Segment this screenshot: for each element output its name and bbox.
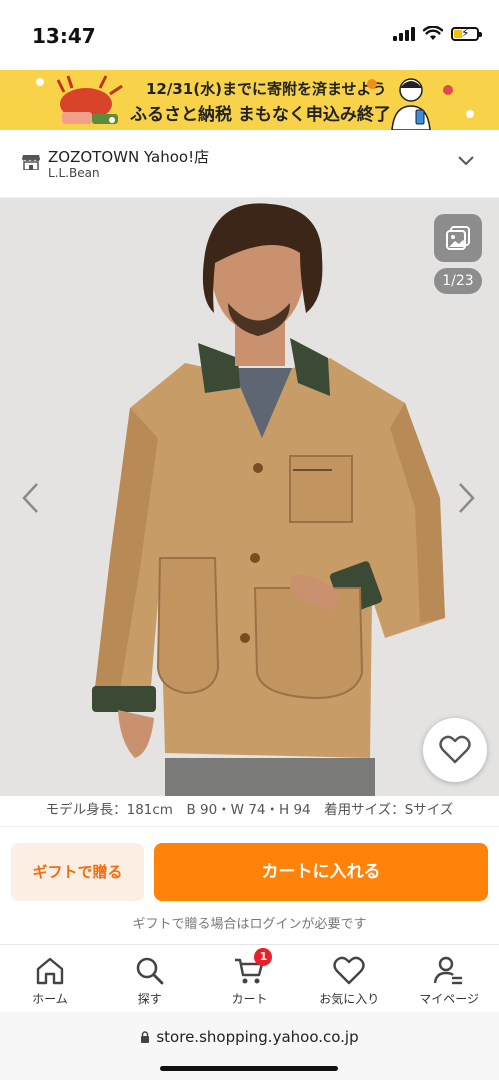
store-brand[interactable]: L.L.Bean [48,166,100,180]
crab-icon [56,75,123,124]
favorite-button[interactable] [423,718,487,782]
heart-icon [333,956,365,985]
tab-mypage[interactable]: マイページ [399,945,499,1012]
banner-line1: 12/31(水)までに寄附を済ませよう [146,80,387,98]
model-info: モデル身長：181cm B 90・W 74・H 94 着用サイズ：Sサイズ [0,796,499,826]
url-field[interactable]: store.shopping.yahoo.co.jp [0,1028,499,1046]
home-indicator [160,1066,338,1071]
gift-login-note: ギフトで贈る場合はログインが必要です [132,917,367,932]
image-gallery-icon [446,226,470,250]
chevron-right-icon[interactable] [455,480,479,516]
product-photo [0,198,499,796]
tab-home[interactable]: ホーム [0,945,100,1012]
chevron-down-icon[interactable] [457,154,475,168]
store-header[interactable]: ZOZOTOWN Yahoo!店 L.L.Bean [0,130,499,198]
product-image-carousel[interactable]: 1/23 [0,198,499,796]
tab-home-label: ホーム [32,992,68,1006]
chevron-left-icon[interactable] [18,480,42,516]
gift-button[interactable]: ギフトで贈る [11,843,144,901]
tab-search[interactable]: 探す [100,945,200,1012]
image-gallery-button[interactable] [434,214,482,262]
tab-cart[interactable]: 1 カート [200,945,300,1012]
heart-icon [439,735,471,764]
store-name[interactable]: ZOZOTOWN Yahoo!店 [48,146,209,167]
tab-favorites[interactable]: お気に入り [299,945,399,1012]
wifi-icon [423,26,443,40]
url-text: store.shopping.yahoo.co.jp [156,1028,359,1046]
address-bar: store.shopping.yahoo.co.jp [0,1012,499,1080]
person-with-phone-icon [391,78,431,130]
store-icon [22,155,40,170]
lock-icon [141,1031,150,1043]
home-icon [36,957,64,985]
tab-search-label: 探す [137,992,162,1006]
tab-mypage-label: マイページ [419,992,479,1006]
banner-line2: ふるさと納税 まもなく申込み終了 [130,105,391,125]
battery-icon: ⚡ [451,26,482,41]
signal-icon [393,26,415,41]
promo-banner[interactable]: 12/31(水)までに寄附を済ませよう ふるさと納税 まもなく申込み終了 [0,70,499,130]
user-icon [433,956,463,985]
action-area: ギフトで贈る カートに入れる ギフトで贈る場合はログインが必要です [0,826,499,944]
image-counter: 1/23 [434,268,482,294]
add-to-cart-button[interactable]: カートに入れる [154,843,488,901]
tab-bar: ホーム 探す 1 カート お気に入り マイページ [0,944,499,1012]
tab-favorites-label: お気に入り [319,992,380,1006]
status-icons: ⚡ [393,26,482,41]
status-time: 13:47 [32,24,96,48]
status-bar: 13:47 ⚡ [0,0,499,70]
cart-badge: 1 [254,948,273,966]
search-icon [136,957,164,985]
tab-cart-label: カート [231,992,268,1006]
